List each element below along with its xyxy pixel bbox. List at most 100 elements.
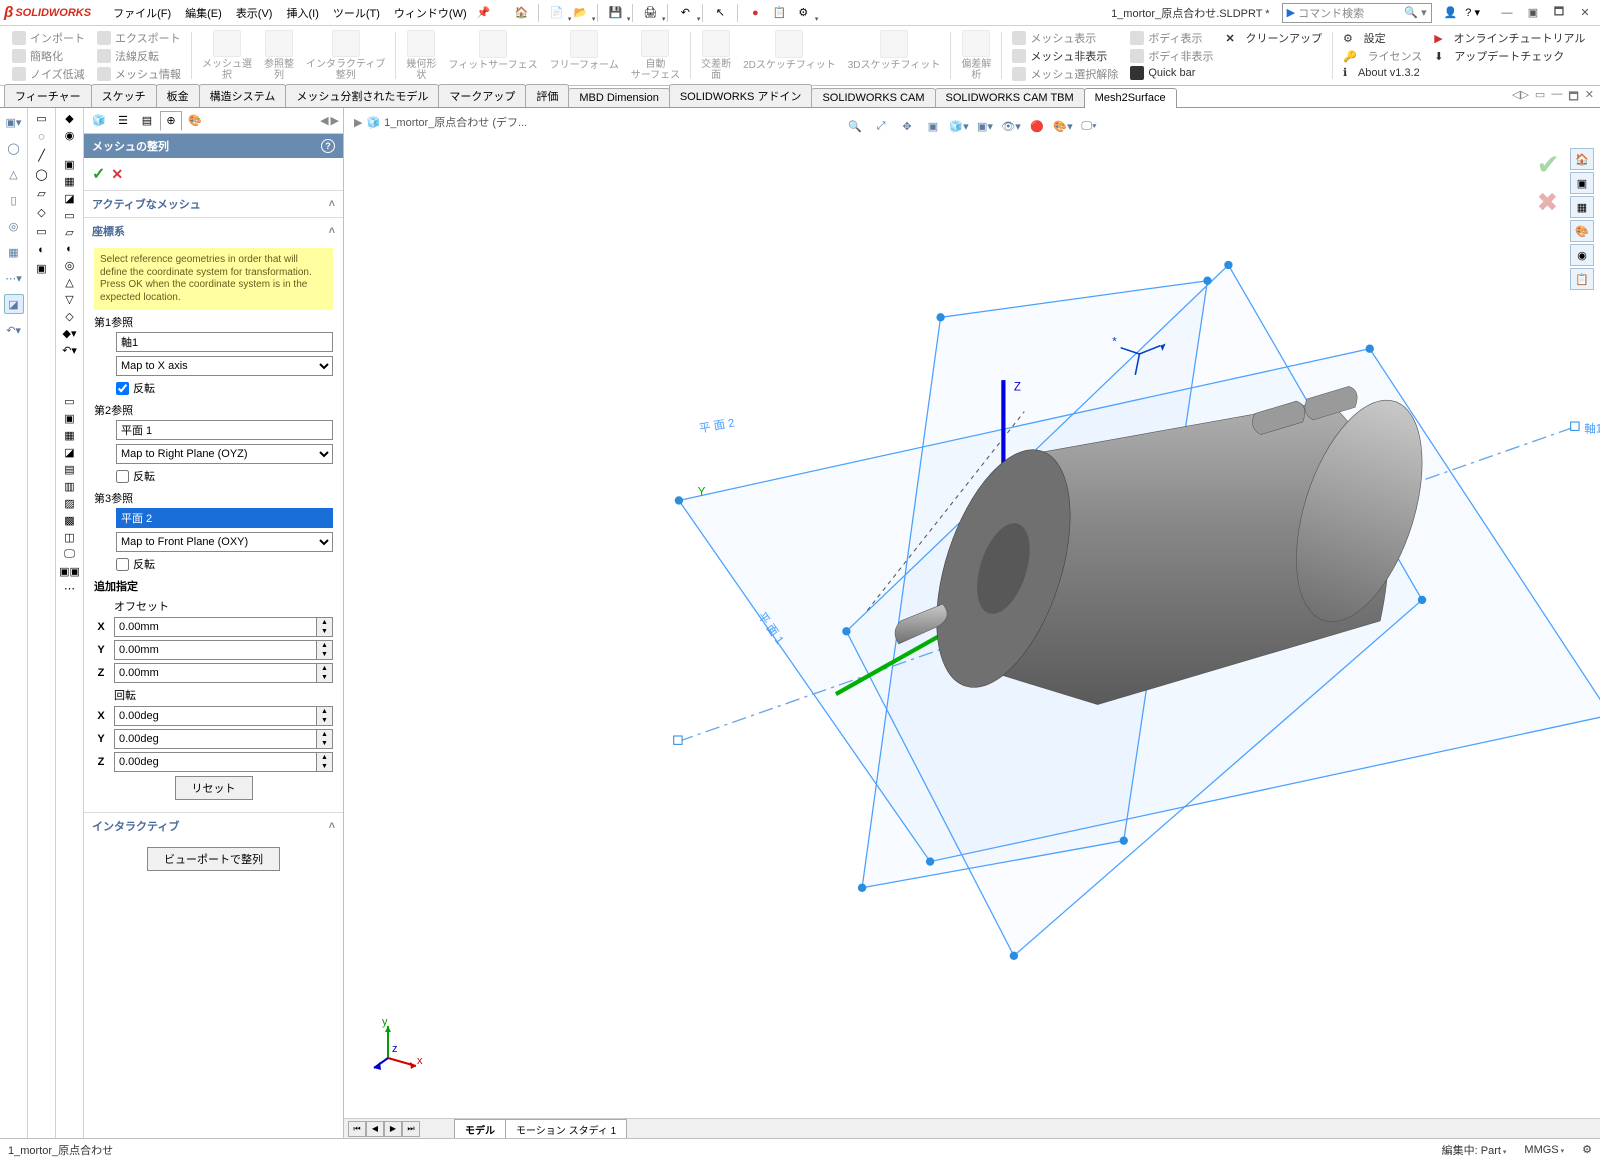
panel-help-icon[interactable]: ? [321,139,335,153]
status-gear-icon[interactable]: ⚙ [1582,1143,1592,1156]
vtb3-n[interactable]: ↶▾ [62,344,77,357]
tab-2[interactable]: 板金 [156,84,200,107]
bt-first-icon[interactable]: ⏮ [348,1121,366,1137]
vtb3-y[interactable]: ▣▣ [59,565,80,578]
vtb2-item9[interactable]: ▣ [36,262,46,275]
command-search[interactable]: ▶ コマンド検索 🔍 ▾ [1282,3,1432,23]
vtb3-q[interactable]: ▦ [64,429,74,442]
menu-file[interactable]: ファイル(F) [107,2,177,24]
menu-tools[interactable]: ツール(T) [327,2,386,24]
tab-9[interactable]: SOLIDWORKS CAM [811,88,935,107]
vtb2-item8[interactable]: ◐ [38,244,45,256]
vtb3-e[interactable]: ◪ [64,192,74,205]
ref1-invert[interactable]: 反転 [116,380,333,396]
open-icon[interactable]: 📂 [569,3,591,23]
menu-insert[interactable]: 挿入(I) [280,2,324,24]
user-icon[interactable]: 👤 [1444,6,1458,19]
tab-6[interactable]: 評価 [525,84,569,107]
vtb3-u[interactable]: ▨ [64,497,74,510]
vtb1-active-icon[interactable]: ◪ [4,294,24,314]
vtb3-p[interactable]: ▣ [64,412,74,425]
options-icon[interactable]: 📋 [768,3,790,23]
vtb3-z[interactable]: ⋯ [64,582,75,595]
ref3-invert[interactable]: 反転 [116,556,333,572]
save-icon[interactable]: 💾 [604,3,626,23]
pin-icon[interactable]: 📌 [477,6,491,19]
menu-window[interactable]: ウィンドウ(W) [388,2,473,24]
cancel-button[interactable]: ✕ [111,166,123,183]
vtb3-t[interactable]: ▥ [64,480,74,493]
vtb1-undo-icon[interactable]: ↶▾ [4,320,24,340]
bt-prev-icon[interactable]: ◀ [366,1121,384,1137]
vtb1-sphere-icon[interactable]: ◯ [4,138,24,158]
pm-tab-2[interactable]: ☰ [112,111,134,131]
vtb2-item5[interactable]: ▱ [37,187,45,200]
vtb3-o[interactable]: ▭ [64,395,74,408]
menu-edit[interactable]: 編集(E) [179,2,228,24]
ref3-map-select[interactable]: Map to Front Plane (OXY) [116,532,333,552]
vtb1-cone-icon[interactable]: △ [4,164,24,184]
bt-next-icon[interactable]: ▶ [384,1121,402,1137]
vtb1-other-icon[interactable]: ⋯▾ [4,268,24,288]
ribbon-tutorial[interactable]: ▶ オンラインチュートリアル [1434,30,1585,46]
vtb3-l[interactable]: ◇ [65,310,73,323]
tab-0[interactable]: フィーチャー [4,84,92,107]
bottom-tab-motion[interactable]: モーション スタディ 1 [505,1119,627,1139]
vtb2-item6[interactable]: ◇ [37,206,45,219]
undo-icon[interactable]: ↶ [674,3,696,23]
vtb2-item7[interactable]: ▭ [36,225,46,238]
tabs-max-icon[interactable]: 🗖 [1568,88,1578,107]
ribbon-license[interactable]: 🔑 ライセンス [1343,48,1422,64]
ref3-input[interactable] [116,508,333,528]
vtb2-item1[interactable]: ▭ [36,112,46,125]
menu-view[interactable]: 表示(V) [230,2,279,24]
pm-prev-icon[interactable]: ◀ [320,114,328,127]
tab-11[interactable]: Mesh2Surface [1084,88,1177,108]
ref1-input[interactable] [116,332,333,352]
vtb3-r[interactable]: ◪ [64,446,74,459]
vtb1-torus-icon[interactable]: ◎ [4,216,24,236]
rot-y[interactable] [114,729,317,749]
tab-3[interactable]: 構造システム [199,84,287,107]
pm-tab-1[interactable]: 🧊 [88,111,110,131]
bottom-tab-model[interactable]: モデル [454,1119,506,1139]
tabs-min-icon[interactable]: ▭ [1535,88,1545,107]
tabs-left-icon[interactable]: ◁▷ [1512,88,1529,107]
ribbon-import[interactable]: インポート [12,30,85,46]
ribbon-export[interactable]: エクスポート [97,30,181,46]
vtb3-c[interactable]: ▣ [64,158,74,171]
vtb3-v[interactable]: ▩ [64,514,74,527]
sec-coord-sys[interactable]: 座標系˄ [84,218,343,244]
tab-8[interactable]: SOLIDWORKS アドイン [669,84,813,107]
vtb3-d[interactable]: ▦ [64,175,74,188]
offset-z[interactable] [114,663,317,683]
tab-4[interactable]: メッシュ分割されたモデル [285,84,439,107]
select-icon[interactable]: ↖ [709,3,731,23]
pm-next-icon[interactable]: ▶ [331,114,339,127]
ribbon-quickbar[interactable]: Quick bar [1130,66,1213,80]
status-units[interactable]: MMGS [1524,1144,1564,1156]
viewport[interactable]: ▶ 🧊 1_mortor_原点合わせ (デフ... 🔍 ⤢ ✥ ▣ 🧊▾ ▣▾ … [344,108,1600,1138]
vtb3-s[interactable]: ▤ [64,463,74,476]
settings-icon[interactable]: ⚙ [792,3,814,23]
status-editing[interactable]: 編集中: Part [1442,1142,1507,1158]
close-icon[interactable]: ✕ [1574,4,1596,22]
vtb2-item4[interactable]: ◯ [35,168,47,181]
vtb2-item2[interactable]: ◌ [38,131,45,143]
tabs-close-icon[interactable]: ✕ [1585,88,1594,107]
ribbon-mesh-hide[interactable]: メッシュ非表示 [1012,48,1118,64]
help-icon[interactable]: ? ▾ [1465,6,1480,19]
vtb3-g[interactable]: ▱ [65,226,73,239]
ref2-invert[interactable]: 反転 [116,468,333,484]
vtb3-b[interactable]: ◉ [65,129,75,142]
vtb3-a[interactable]: ◆ [65,112,73,125]
vtb3-i[interactable]: ◎ [65,259,75,272]
ribbon-update[interactable]: ⬇ アップデートチェック [1434,48,1585,64]
sec-active-mesh[interactable]: アクティブなメッシュ˄ [84,191,343,217]
vtb3-m[interactable]: ◆▾ [63,327,77,340]
offset-x[interactable] [114,617,317,637]
ref2-input[interactable] [116,420,333,440]
pm-tab-5[interactable]: 🎨 [184,111,206,131]
ref1-map-select[interactable]: Map to X axis [116,356,333,376]
offset-y[interactable] [114,640,317,660]
